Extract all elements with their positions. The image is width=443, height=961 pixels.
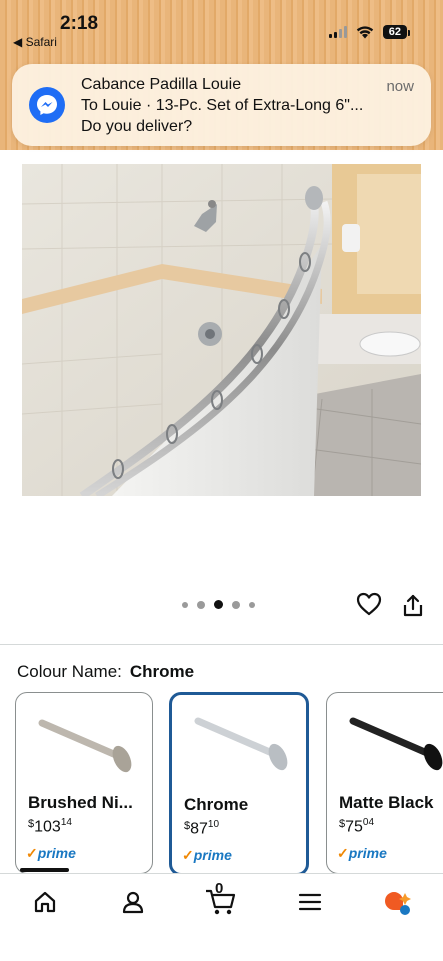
- status-bar: 2:18 ◀ Safari 62: [0, 0, 443, 56]
- share-icon[interactable]: [402, 594, 424, 618]
- notification-time: now: [386, 78, 414, 95]
- matte-black-rod-thumbnail: [349, 717, 443, 771]
- rufus-icon: [385, 892, 411, 915]
- wifi-icon: [356, 25, 373, 38]
- nav-account-button[interactable]: [113, 882, 153, 922]
- notification-subtitle: To Louie · 13-Pc. Set of Extra-Long 6"..…: [81, 97, 364, 114]
- message-notification[interactable]: Cabance Padilla Louie To Louie · 13-Pc. …: [12, 64, 431, 146]
- variant-price: $10314: [28, 817, 72, 836]
- nav-menu-button[interactable]: [290, 882, 330, 922]
- pagination-dot[interactable]: [249, 601, 255, 608]
- variant-price: $8710: [184, 819, 220, 838]
- nav-active-indicator: [20, 868, 69, 872]
- nav-rufus-button[interactable]: [377, 882, 417, 922]
- menu-icon: [298, 893, 322, 911]
- notification-title: Cabance Padilla Louie: [81, 76, 242, 93]
- cart-count: 0: [215, 880, 224, 897]
- prime-badge: ✓prime: [182, 847, 232, 863]
- pagination-dot-active[interactable]: [214, 600, 223, 609]
- nav-cart-button[interactable]: 0: [201, 880, 241, 922]
- status-time: 2:18: [60, 13, 99, 34]
- section-divider: [0, 644, 443, 645]
- messenger-icon: [29, 87, 65, 123]
- back-to-safari-link[interactable]: ◀ Safari: [13, 35, 57, 49]
- nav-home-button[interactable]: [25, 882, 65, 922]
- prime-badge: ✓prime: [26, 845, 76, 861]
- variant-name: Brushed Ni...: [28, 793, 133, 812]
- brushed-nickel-rod-thumbnail: [38, 719, 132, 773]
- colour-name-row: Colour Name: Chrome: [17, 662, 194, 682]
- cellular-signal-icon: [328, 26, 347, 38]
- variant-price: $7504: [339, 817, 375, 836]
- variant-name: Chrome: [184, 795, 249, 814]
- prime-badge: ✓prime: [337, 845, 387, 861]
- variant-card-matte-black[interactable]: Matte Black $7504 ✓prime: [326, 692, 443, 874]
- pagination-dot[interactable]: [232, 600, 240, 609]
- product-image[interactable]: [22, 164, 421, 496]
- bottom-navigation: 0: [0, 873, 443, 961]
- battery-indicator: 62: [382, 25, 411, 39]
- colour-selected-value: Chrome: [129, 662, 195, 681]
- home-icon: [34, 891, 56, 913]
- account-icon: [122, 891, 144, 914]
- pagination-dot[interactable]: [197, 600, 205, 609]
- variant-name: Matte Black: [339, 793, 434, 812]
- chrome-rod-thumbnail: [194, 717, 288, 771]
- variant-card-chrome[interactable]: Chrome $8710 ✓prime: [169, 692, 309, 876]
- notification-body: Do you deliver?: [81, 118, 193, 135]
- pagination-dot[interactable]: [182, 601, 188, 608]
- variant-card-brushed-nickel[interactable]: Brushed Ni... $10314 ✓prime: [15, 692, 153, 874]
- heart-icon[interactable]: [356, 592, 382, 616]
- colour-label: Colour Name:: [17, 662, 122, 681]
- image-pagination[interactable]: [182, 600, 255, 609]
